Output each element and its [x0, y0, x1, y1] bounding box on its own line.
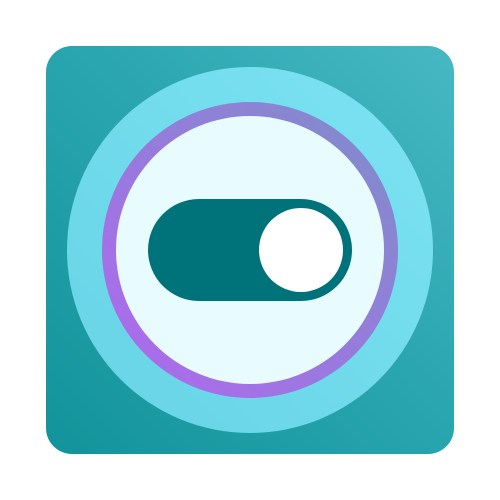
canvas — [0, 0, 500, 500]
switch-knob — [259, 208, 343, 292]
toggle-switch-glyph — [67, 67, 433, 433]
toggle-switch-icon[interactable] — [148, 199, 352, 301]
